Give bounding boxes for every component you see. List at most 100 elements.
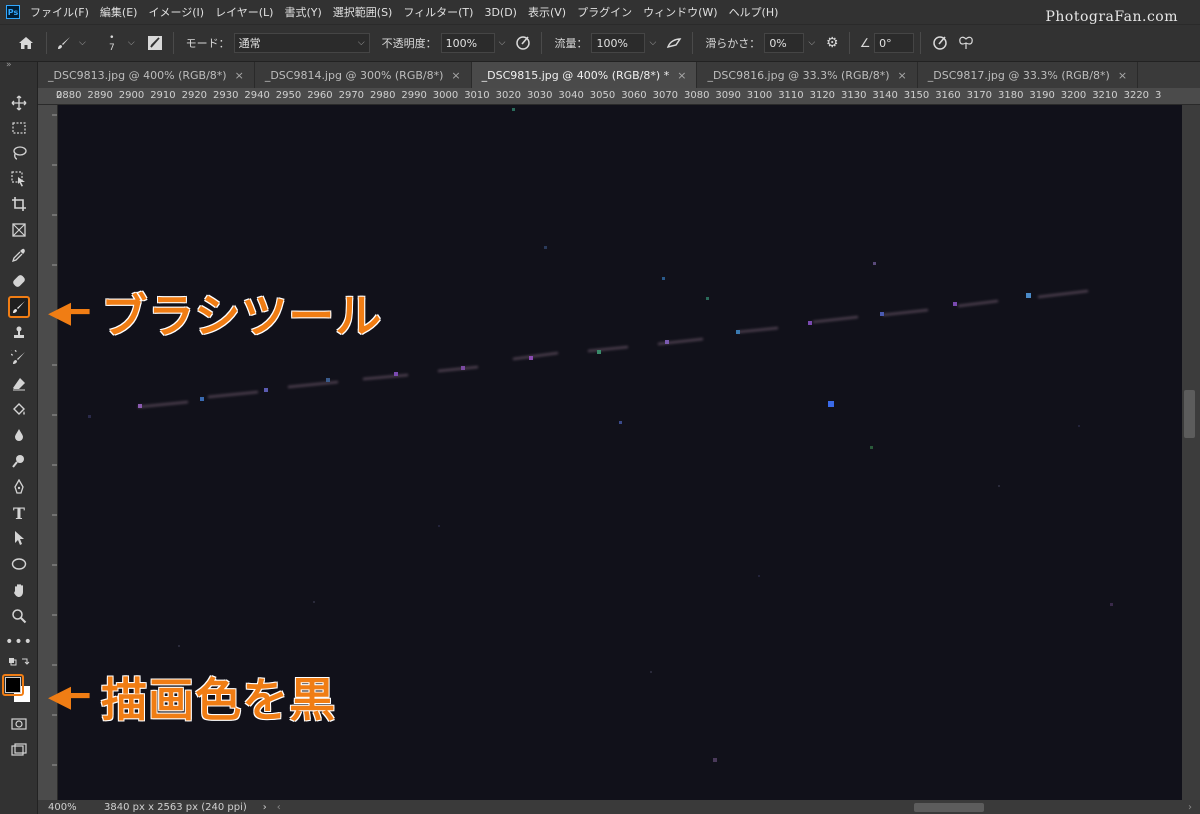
brush-panel-toggle-icon[interactable] [143, 35, 167, 51]
path-selection-tool-icon[interactable] [8, 527, 30, 549]
close-icon[interactable]: × [1118, 69, 1127, 82]
ruler-label: 3060 [621, 90, 647, 101]
frame-tool-icon[interactable] [8, 219, 30, 241]
chevron-down-icon[interactable]: ⌵ [128, 38, 135, 48]
angle-input[interactable]: 0° [874, 33, 915, 53]
vertical-scrollbar[interactable] [1182, 105, 1200, 800]
chevron-down-icon[interactable]: ⌵ [79, 38, 86, 48]
foreground-color-annotation: 描画色を黒 [101, 673, 337, 727]
flow-input[interactable]: 100% [591, 33, 646, 53]
brush-size-value: 7 [108, 43, 115, 53]
collapse-toolbar-icon[interactable]: » [6, 60, 12, 70]
horizontal-scrollbar-thumb[interactable] [914, 803, 984, 812]
menu-layer[interactable]: レイヤー(L) [215, 4, 273, 20]
separator [692, 32, 694, 54]
tab-dsc9816[interactable]: _DSC9816.jpg @ 33.3% (RGB/8*) × [697, 62, 918, 88]
menu-image[interactable]: イメージ(I) [148, 4, 204, 20]
menu-window[interactable]: ウィンドウ(W) [643, 4, 717, 20]
lasso-tool-icon[interactable] [8, 142, 30, 164]
ruler-label: 3030 [527, 90, 553, 101]
menu-help[interactable]: ヘルプ(H) [729, 4, 779, 20]
ruler-label: 3170 [966, 90, 993, 101]
menu-plugins[interactable]: プラグイン [577, 4, 632, 20]
swap-colors-icon[interactable] [8, 656, 30, 670]
vertical-scrollbar-thumb[interactable] [1184, 390, 1195, 438]
menu-3d[interactable]: 3D(D) [484, 6, 517, 19]
smoothing-value: 0% [769, 36, 787, 50]
menu-edit[interactable]: 編集(E) [100, 4, 138, 20]
crop-tool-icon[interactable] [8, 193, 30, 215]
quick-mask-icon[interactable] [8, 713, 30, 735]
airbrush-icon[interactable] [662, 35, 686, 51]
brush-tool-icon[interactable] [8, 296, 30, 318]
pressure-opacity-icon[interactable] [511, 35, 535, 51]
ruler-label: 3200 [1060, 90, 1087, 101]
ruler-label: 3000 [432, 90, 459, 101]
object-selection-tool-icon[interactable] [8, 168, 30, 190]
chevron-down-icon[interactable]: ⌵ [499, 38, 506, 48]
scroll-right-icon[interactable]: › [1188, 802, 1192, 813]
screen-mode-icon[interactable] [8, 739, 30, 761]
smoothing-input[interactable]: 0% [764, 33, 805, 53]
eyedropper-tool-icon[interactable] [8, 244, 30, 266]
more-tools-icon[interactable]: ••• [5, 631, 32, 653]
ruler-label: 3220 [1123, 90, 1150, 101]
tab-label: _DSC9816.jpg @ 33.3% (RGB/8*) [707, 68, 890, 82]
menu-type[interactable]: 書式(Y) [284, 4, 321, 20]
ruler-label: 3020 [495, 90, 522, 101]
ruler-label: 2970 [338, 90, 365, 101]
gear-icon[interactable]: ⚙ [821, 35, 843, 51]
close-icon[interactable]: × [677, 69, 686, 82]
flow-value: 100% [596, 36, 628, 50]
paint-bucket-tool-icon[interactable] [8, 399, 30, 421]
scroll-left-icon[interactable]: ‹ [277, 802, 281, 813]
pen-tool-icon[interactable] [8, 476, 30, 498]
opacity-label: 不透明度： [381, 37, 437, 50]
healing-brush-tool-icon[interactable] [8, 270, 30, 292]
mode-value: 通常 [238, 37, 261, 50]
zoom-tool-icon[interactable] [8, 605, 30, 627]
dodge-tool-icon[interactable] [8, 450, 30, 472]
move-tool-icon[interactable] [8, 92, 30, 114]
brush-dot-icon: • [109, 33, 115, 43]
home-icon[interactable] [12, 36, 40, 50]
mode-label: モード： [185, 37, 230, 50]
menu-select[interactable]: 選択範囲(S) [333, 4, 393, 20]
chevron-down-icon[interactable]: ⌵ [649, 38, 656, 48]
status-menu-arrow[interactable]: › [263, 802, 267, 813]
opacity-input[interactable]: 100% [440, 33, 495, 53]
symmetry-butterfly-icon[interactable] [953, 35, 979, 51]
angle-value: 0° [879, 36, 892, 50]
mode-select[interactable]: 通常 ⌵ [233, 33, 370, 53]
separator [920, 32, 922, 54]
tab-dsc9813[interactable]: _DSC9813.jpg @ 400% (RGB/8*) × [38, 62, 255, 88]
menu-view[interactable]: 表示(V) [528, 4, 566, 20]
ellipse-tool-icon[interactable] [8, 553, 30, 575]
ruler-label: 2910 [150, 90, 176, 101]
ruler-label: 3190 [1029, 90, 1055, 101]
ruler-label: 3100 [746, 90, 773, 101]
zoom-level[interactable]: 400% [38, 802, 88, 813]
pressure-size-icon[interactable] [927, 35, 953, 51]
color-callout: ◀━ 描画色を黒 [48, 664, 336, 730]
marquee-tool-icon[interactable] [8, 117, 30, 139]
tab-dsc9817[interactable]: _DSC9817.jpg @ 33.3% (RGB/8*) × [917, 62, 1139, 88]
close-icon[interactable]: × [235, 69, 244, 82]
blur-tool-icon[interactable] [8, 424, 30, 446]
close-icon[interactable]: × [451, 69, 460, 82]
document-tabs: _DSC9813.jpg @ 400% (RGB/8*) × _DSC9814.… [38, 62, 1200, 88]
menu-filter[interactable]: フィルター(T) [403, 4, 473, 20]
history-brush-tool-icon[interactable] [8, 347, 30, 369]
brush-preset-icon[interactable] [53, 35, 75, 51]
clone-stamp-tool-icon[interactable] [8, 322, 30, 344]
eraser-tool-icon[interactable] [8, 373, 30, 395]
tab-dsc9814[interactable]: _DSC9814.jpg @ 300% (RGB/8*) × [254, 62, 472, 88]
brush-size-picker[interactable]: • 7 [100, 33, 124, 53]
tab-dsc9815[interactable]: _DSC9815.jpg @ 400% (RGB/8*) * × [471, 62, 698, 88]
ruler-label: 2980 [370, 90, 396, 101]
type-tool-icon[interactable]: T [8, 502, 30, 524]
menu-file[interactable]: ファイル(F) [30, 4, 89, 20]
close-icon[interactable]: × [898, 69, 907, 82]
chevron-down-icon[interactable]: ⌵ [808, 38, 815, 48]
hand-tool-icon[interactable] [8, 579, 30, 601]
